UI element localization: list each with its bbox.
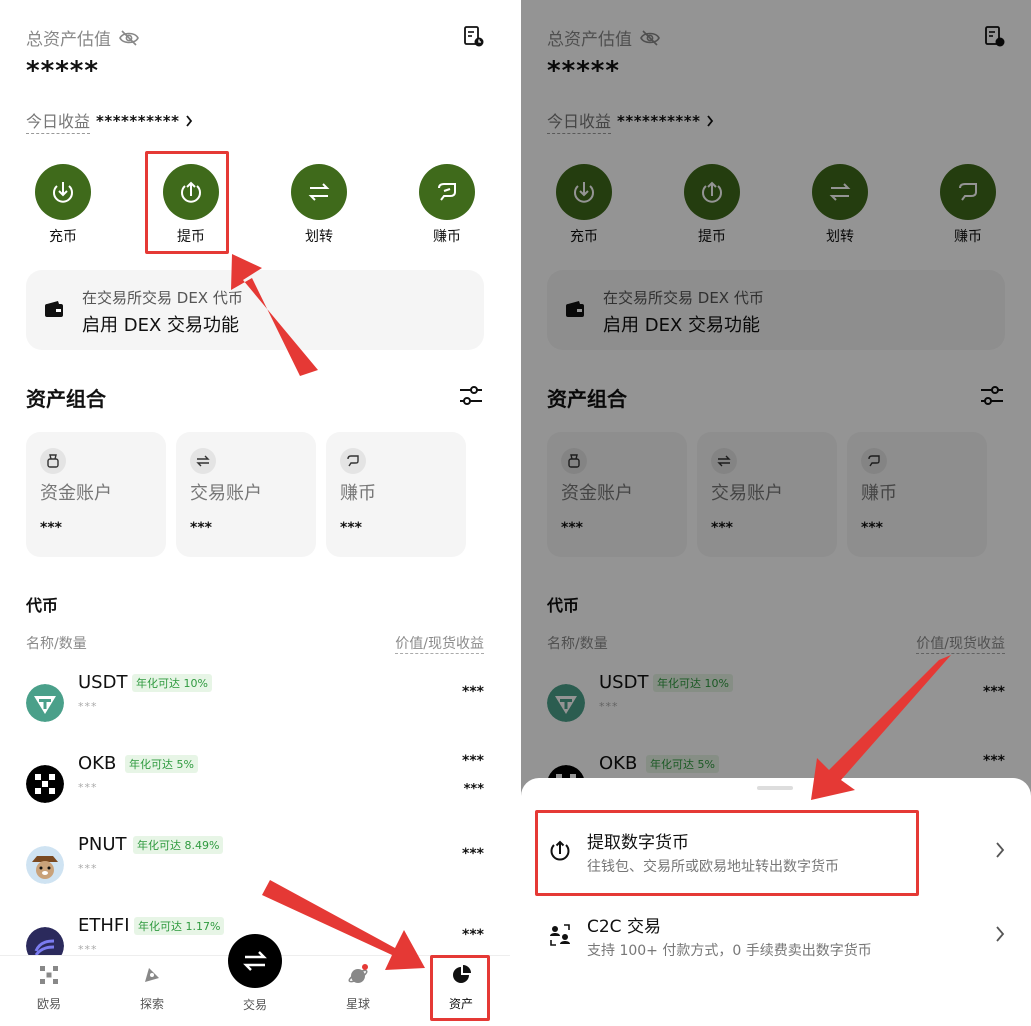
panel-gap	[510, 0, 521, 1026]
right-screen: 总资产估值 ***** 今日收益 ********** 充币 提币 划转 赚币 …	[521, 0, 1031, 1026]
annotation-arrows	[811, 655, 951, 800]
annotation-arrows	[231, 254, 425, 970]
left-screen: 总资产估值 ***** 今日收益 ********** 充币 提币 划转 赚币 …	[0, 0, 510, 1026]
